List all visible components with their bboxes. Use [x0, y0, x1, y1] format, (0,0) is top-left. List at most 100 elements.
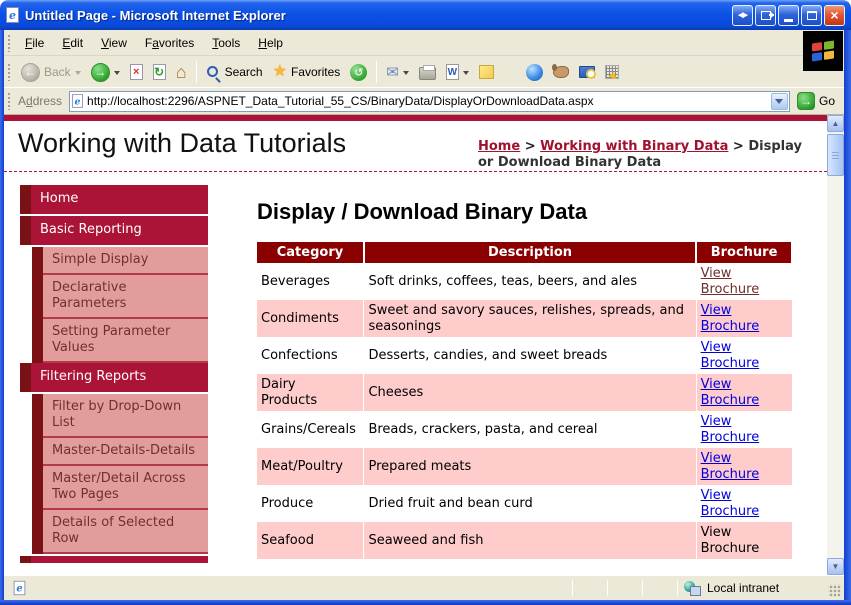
minimize-button[interactable]: [778, 4, 799, 26]
sidebar-edge: [32, 510, 43, 554]
brochure-cell: View Brochure: [696, 448, 793, 485]
discuss-button[interactable]: [474, 62, 499, 82]
horizontal-arrows-icon: [738, 11, 747, 19]
toolbar-grip[interactable]: [7, 63, 11, 81]
view-brochure-link[interactable]: View Brochure: [701, 340, 765, 372]
mail-button[interactable]: [381, 62, 414, 83]
category-cell: Seafood: [257, 522, 365, 559]
category-cell: Beverages: [257, 263, 365, 300]
category-cell: Confections: [257, 337, 365, 374]
sidebar-item-details-of-selected-row[interactable]: Details of Selected Row: [32, 510, 208, 554]
breadcrumb-link[interactable]: Home: [478, 139, 520, 154]
messenger-button[interactable]: [521, 61, 548, 84]
close-button[interactable]: [824, 4, 845, 26]
refresh-button[interactable]: [148, 61, 171, 83]
menu-item-favorites[interactable]: Favorites: [136, 32, 203, 54]
history-icon: [350, 63, 368, 81]
page-header: Working with Data Tutorials Home > Worki…: [4, 121, 827, 172]
close-icon: [830, 8, 838, 22]
category-cell: Condiments: [257, 300, 365, 337]
title-bar[interactable]: Untitled Page - Microsoft Internet Explo…: [0, 0, 851, 30]
description-cell: Seaweed and fish: [363, 522, 697, 559]
view-brochure-link[interactable]: View Brochure: [701, 377, 765, 409]
menu-item-view[interactable]: View: [92, 32, 136, 54]
menu-item-help[interactable]: Help: [249, 32, 292, 54]
sidebar-item-filtering-reports[interactable]: Filtering Reports: [20, 363, 208, 392]
sidebar-item-filter-by-drop-down-list[interactable]: Filter by Drop-Down List: [32, 394, 208, 438]
menu-item-tools[interactable]: Tools: [203, 32, 249, 54]
table-header-row: Category Description Brochure: [257, 242, 793, 263]
brochure-cell: View Brochure: [696, 300, 793, 337]
home-button[interactable]: [171, 60, 192, 84]
menu-item-edit[interactable]: Edit: [53, 32, 92, 54]
back-button[interactable]: Back: [16, 60, 86, 85]
description-cell: Prepared meats: [363, 448, 697, 485]
resize-grip[interactable]: [828, 584, 841, 597]
view-brochure-link[interactable]: View Brochure: [701, 451, 765, 483]
sidebar-item-declarative-parameters[interactable]: Declarative Parameters: [32, 275, 208, 319]
discuss-note-icon: [478, 65, 494, 79]
go-button[interactable]: Go: [796, 92, 835, 110]
sidebar-item-partial[interactable]: [20, 556, 208, 563]
research-button[interactable]: [548, 63, 574, 81]
scroll-up-button[interactable]: [827, 115, 844, 132]
description-cell: Desserts, candies, and sweet breads: [363, 337, 697, 374]
edit-with-word-button[interactable]: [441, 61, 474, 83]
category-cell: Dairy Products: [257, 374, 365, 411]
horizontal-arrows-button[interactable]: [732, 4, 753, 26]
search-button[interactable]: Search: [201, 62, 268, 83]
sidebar-item-label: Details of Selected Row: [43, 510, 208, 554]
ie-throbber: [803, 31, 843, 71]
sidebar: Home Basic Reporting Simple Display Declara…: [4, 185, 208, 563]
view-brochure-link[interactable]: View Brochure: [701, 266, 765, 298]
sidebar-item-label: Master-Details-Details: [43, 438, 208, 466]
scroll-down-button[interactable]: [827, 558, 844, 575]
site-title: Working with Data Tutorials: [18, 128, 347, 158]
favorites-star-icon: [273, 64, 287, 80]
view-brochure-link[interactable]: View Brochure: [701, 414, 765, 446]
sidebar-edge: [32, 394, 43, 438]
view-brochure-link[interactable]: View Brochure: [701, 303, 765, 335]
forward-button[interactable]: [86, 60, 125, 85]
favorites-button[interactable]: Favorites: [268, 61, 346, 83]
history-button[interactable]: [345, 61, 372, 84]
stop-button[interactable]: [125, 61, 148, 83]
sidebar-edge: [32, 275, 43, 319]
print-button[interactable]: [414, 61, 441, 83]
table-row: Dairy Products Cheeses View Brochure: [257, 374, 793, 411]
toolbar-grip[interactable]: [7, 92, 11, 110]
ie-page-icon: [6, 7, 19, 23]
page-body: Home Basic Reporting Simple Display Declara…: [4, 172, 827, 563]
sidebar-item-master-detail-across-two-pages[interactable]: Master/Detail Across Two Pages: [32, 466, 208, 510]
sidebar-item-simple-display[interactable]: Simple Display: [32, 247, 208, 275]
window-border-bottom: [0, 600, 851, 605]
tools-grid-button[interactable]: [600, 62, 624, 82]
menu-item-file[interactable]: File: [16, 32, 53, 54]
sidebar-edge: [20, 216, 31, 245]
brochure-cell: View Brochure: [696, 522, 793, 559]
view-brochure-link[interactable]: View Brochure: [701, 488, 765, 520]
toolbar-separator: [195, 61, 197, 83]
vertical-scrollbar[interactable]: [827, 115, 844, 575]
address-dropdown-button[interactable]: [770, 92, 788, 110]
category-cell: Meat/Poultry: [257, 448, 365, 485]
sidebar-item-master-details-details[interactable]: Master-Details-Details: [32, 438, 208, 466]
sidebar-item-setting-parameter-values[interactable]: Setting Parameter Values: [32, 319, 208, 363]
address-input[interactable]: [84, 92, 771, 110]
sidebar-item-basic-reporting[interactable]: Basic Reporting: [20, 216, 208, 245]
scroll-thumb[interactable]: [827, 134, 844, 176]
address-bar: Address Go: [4, 88, 844, 115]
back-icon: [21, 62, 40, 82]
maximize-button[interactable]: [801, 4, 822, 26]
breadcrumb-link[interactable]: Working with Binary Data: [540, 139, 728, 154]
status-page-icon: [13, 580, 26, 596]
sidebar-item-home[interactable]: Home: [20, 185, 208, 214]
browser-window: Untitled Page - Microsoft Internet Explo…: [0, 0, 851, 605]
toolbar-grip[interactable]: [7, 33, 11, 52]
breadcrumb-separator: >: [520, 139, 541, 154]
popout-button[interactable]: [755, 4, 776, 26]
table-row: Grains/Cereals Breads, crackers, pasta, a…: [257, 411, 793, 448]
sidebar-item-label: Filter by Drop-Down List: [43, 394, 208, 438]
window-border-right: [844, 30, 851, 605]
encarta-button[interactable]: [574, 63, 600, 81]
